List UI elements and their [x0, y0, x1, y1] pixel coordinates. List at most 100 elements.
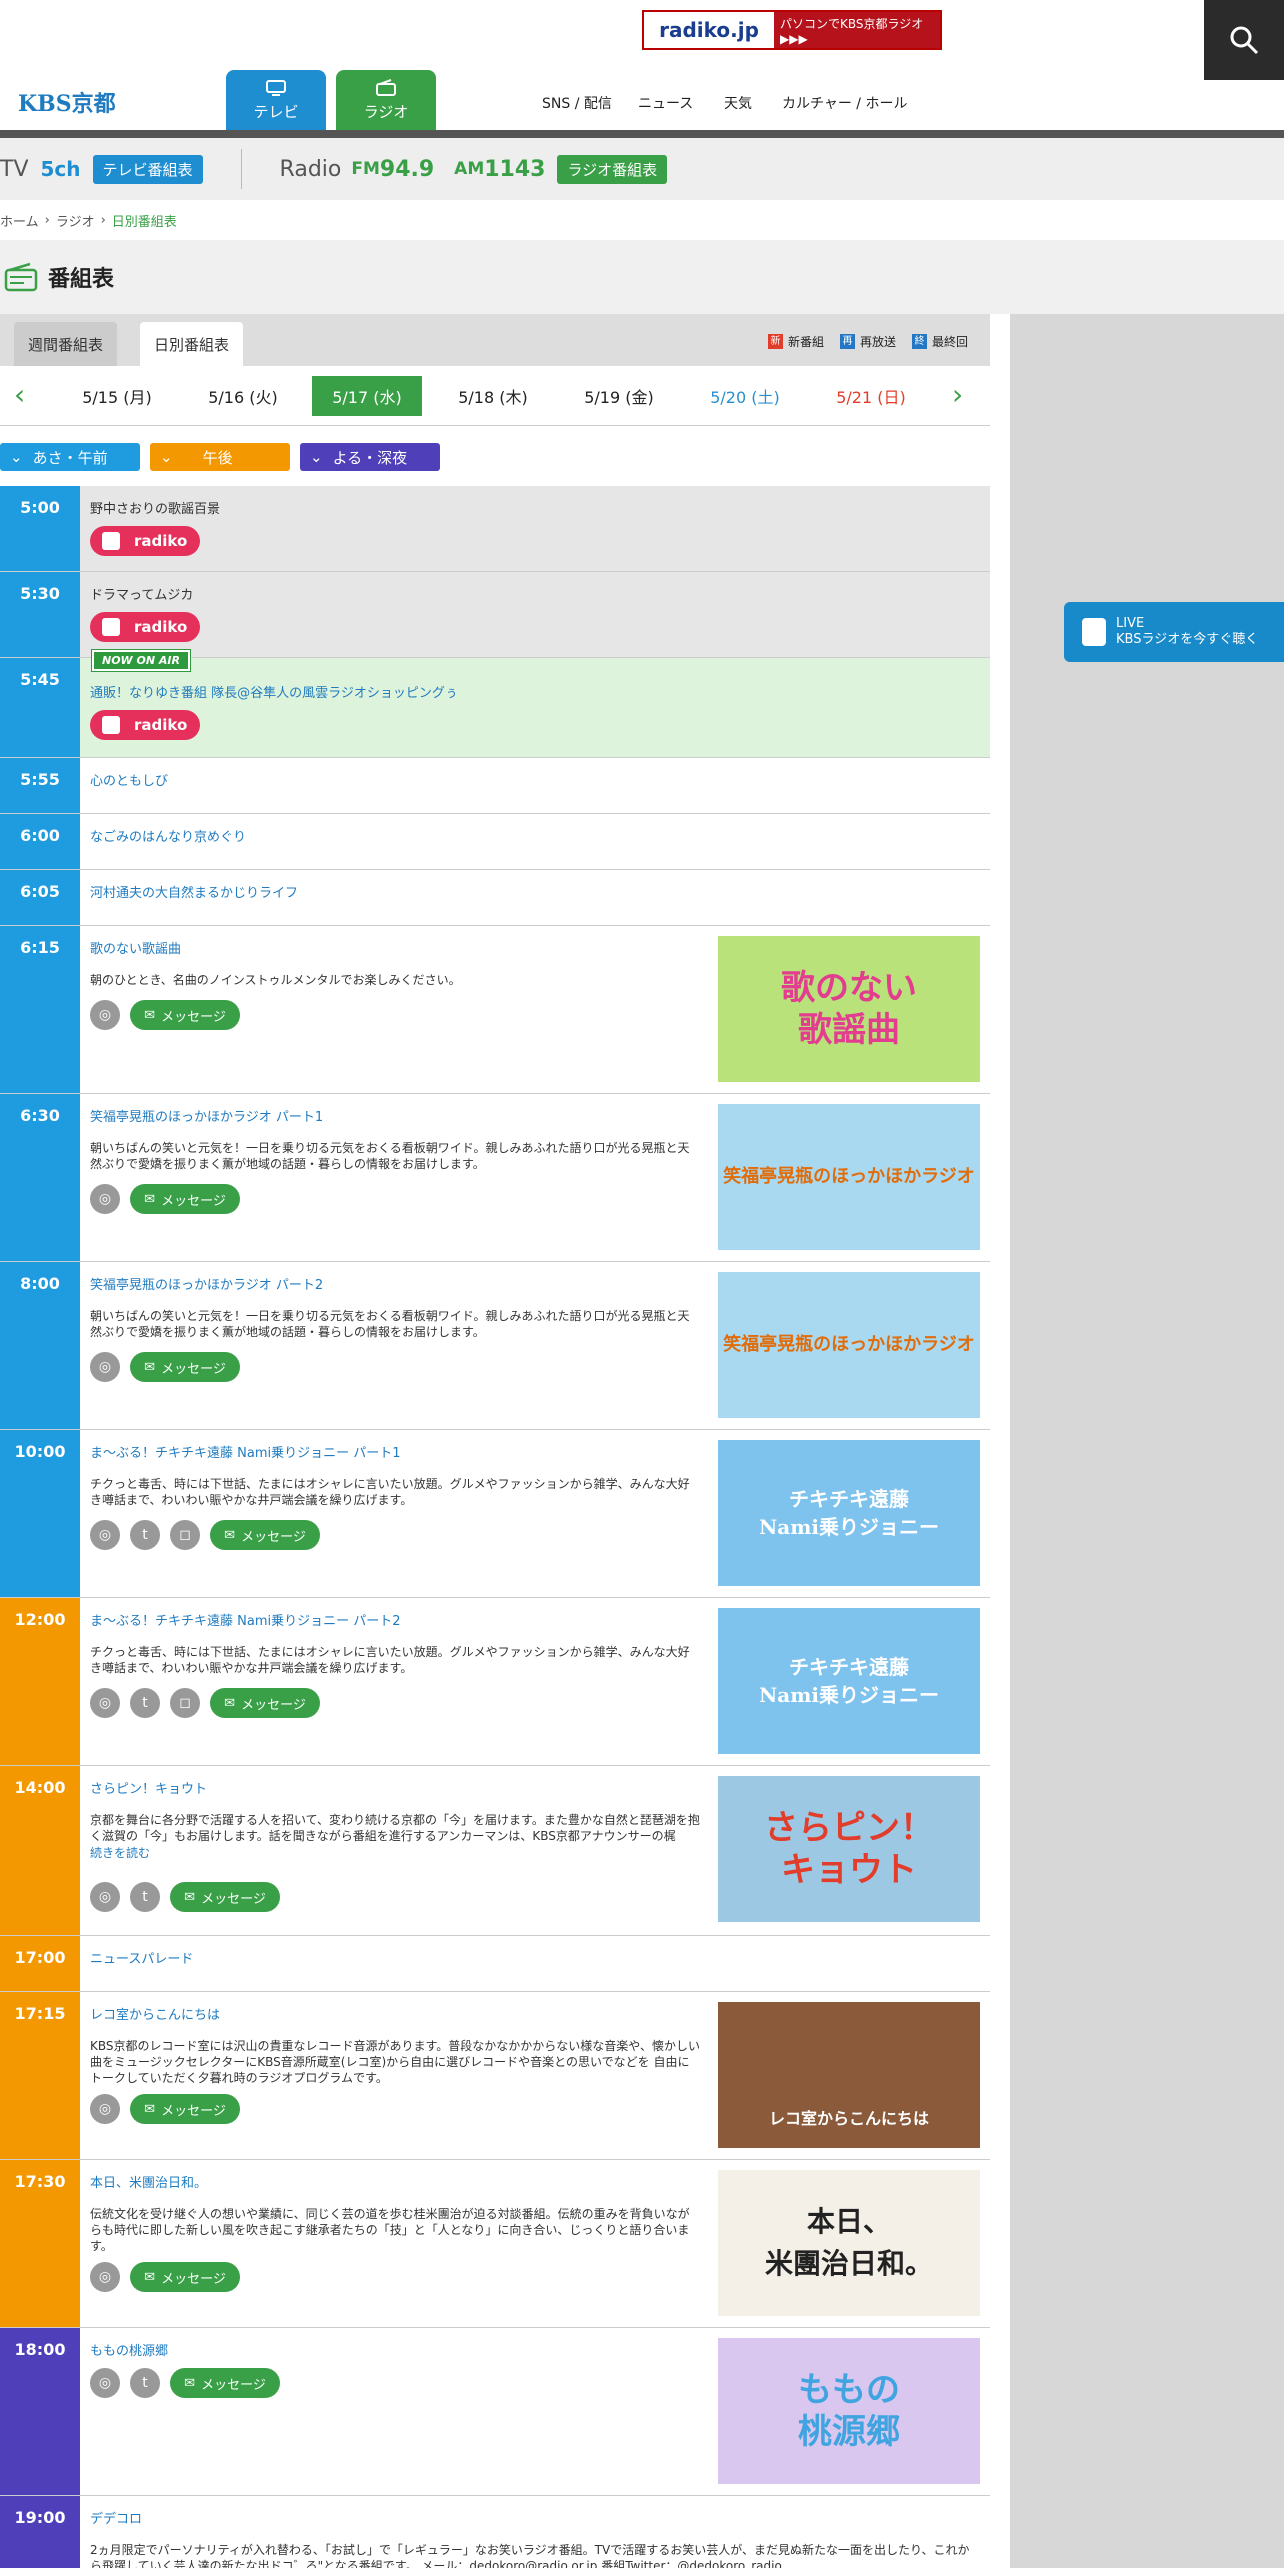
instagram-icon[interactable]: ◻	[170, 1688, 200, 1718]
program-row[interactable]: 18:00 ももの桃源郷 ◎ t ✉ メッセージ ももの 桃源郷	[0, 2328, 990, 2496]
twitter-icon[interactable]: t	[130, 2368, 160, 2398]
breadcrumb-radio[interactable]: ラジオ	[56, 211, 95, 230]
program-title[interactable]: ももの桃源郷	[90, 2340, 168, 2359]
chevron-right-icon[interactable]: ›	[952, 378, 963, 411]
program-row[interactable]: 17:15 レコ室からこんにちは KBS京都のレコード室には沢山の貴重なレコード…	[0, 1992, 990, 2160]
message-button[interactable]: ✉ メッセージ	[210, 1520, 320, 1550]
program-title[interactable]: 通販！なりゆき番組 隊長@谷隼人の風雲ラジオショッピングぅ	[90, 682, 458, 701]
program-title[interactable]: ま～ぶる！チキチキ遠藤 Nami乗りジョニー パート1	[90, 1442, 401, 1461]
program-image[interactable]: さらピン！ キョウト	[718, 1776, 980, 1922]
message-button[interactable]: ✉ メッセージ	[130, 2262, 240, 2292]
globe-icon[interactable]: ◎	[90, 1688, 120, 1718]
message-button[interactable]: ✉ メッセージ	[130, 2094, 240, 2124]
tab-weekly[interactable]: 週間番組表	[14, 322, 118, 366]
filter-morning[interactable]: ⌄ あさ・午前	[0, 443, 140, 471]
program-title[interactable]: 歌のない歌謡曲	[90, 938, 181, 957]
twitter-icon[interactable]: t	[130, 1688, 160, 1718]
program-row[interactable]: 10:00 ま～ぶる！チキチキ遠藤 Nami乗りジョニー パート1 チクっと毒舌…	[0, 1430, 990, 1598]
message-button[interactable]: ✉ メッセージ	[170, 1882, 280, 1912]
instagram-icon[interactable]: ◻	[170, 1520, 200, 1550]
program-title[interactable]: 心のともしび	[90, 770, 168, 789]
twitter-icon[interactable]: t	[130, 1520, 160, 1550]
program-title[interactable]: 笑福亭晃瓶のほっかほかラジオ パート1	[90, 1106, 323, 1125]
program-image[interactable]: 笑福亭晃瓶のほっかほかラジオ	[718, 1104, 980, 1250]
program-row[interactable]: 12:00 ま～ぶる！チキチキ遠藤 Nami乗りジョニー パート2 チクっと毒舌…	[0, 1598, 990, 1766]
radiko-button[interactable]: radiko	[90, 526, 200, 556]
message-button[interactable]: ✉ メッセージ	[130, 1184, 240, 1214]
search-button[interactable]	[1204, 0, 1284, 80]
tab-radio[interactable]: ラジオ	[336, 70, 436, 130]
program-title[interactable]: なごみのはんなり京めぐり	[90, 826, 246, 845]
globe-icon[interactable]: ◎	[90, 2094, 120, 2124]
globe-icon[interactable]: ◎	[90, 1184, 120, 1214]
filter-afternoon[interactable]: ⌄ 午後	[150, 443, 290, 471]
program-image[interactable]: レコ室からこんにちは	[718, 2002, 980, 2148]
date-5-20[interactable]: 5/20 (土)	[690, 376, 800, 416]
program-title[interactable]: デデコロ	[90, 2508, 142, 2527]
program-row[interactable]: 17:30 本日、米團治日和。 伝統文化を受け継ぐ人の想いや業績に、同じく芸の道…	[0, 2160, 990, 2328]
program-row[interactable]: 5:00 野中さおりの歌謡百景 radiko	[0, 486, 990, 572]
tab-tv[interactable]: テレビ	[226, 70, 326, 130]
program-row[interactable]: 8:00 笑福亭晃瓶のほっかほかラジオ パート2 朝いちばんの笑いと元気を！一日…	[0, 1262, 990, 1430]
date-5-18[interactable]: 5/18 (木)	[438, 376, 548, 416]
program-image[interactable]: 歌のない 歌謡曲	[718, 936, 980, 1082]
program-image[interactable]: チキチキ遠藤 Nami乗りジョニー	[718, 1440, 980, 1586]
filter-night[interactable]: ⌄ よる・深夜	[300, 443, 440, 471]
program-row[interactable]: 5:55 心のともしび	[0, 758, 990, 814]
program-image[interactable]: チキチキ遠藤 Nami乗りジョニー	[718, 1608, 980, 1754]
program-title[interactable]: 笑福亭晃瓶のほっかほかラジオ パート2	[90, 1274, 323, 1293]
radio-guide-button[interactable]: ラジオ番組表	[557, 154, 668, 184]
radiko-banner[interactable]: radiko.jp パソコンでKBS京都ラジオ ▶▶▶	[642, 10, 942, 50]
breadcrumb-home[interactable]: ホーム	[0, 211, 39, 230]
globe-icon[interactable]: ◎	[90, 1352, 120, 1382]
site-logo[interactable]: KBS京都	[18, 86, 116, 118]
live-listen-button[interactable]: LIVE KBSラジオを今すぐ聴く	[1064, 602, 1284, 662]
radiko-button[interactable]: radiko	[90, 710, 200, 740]
date-5-17-selected[interactable]: 5/17 (水)	[312, 376, 422, 416]
radiko-button[interactable]: radiko	[90, 612, 200, 642]
radio-icon	[376, 78, 396, 96]
program-image[interactable]: ももの 桃源郷	[718, 2338, 980, 2484]
nav-sns[interactable]: SNS / 配信	[542, 93, 612, 113]
date-5-16[interactable]: 5/16 (火)	[188, 376, 298, 416]
program-image[interactable]: 笑福亭晃瓶のほっかほかラジオ	[718, 1272, 980, 1418]
globe-icon[interactable]: ◎	[90, 2368, 120, 2398]
date-5-21[interactable]: 5/21 (日)	[816, 376, 926, 416]
nav-culture[interactable]: カルチャー / ホール	[782, 93, 907, 113]
nav-news[interactable]: ニュース	[638, 93, 693, 113]
read-more-link[interactable]: 続きを読む	[90, 1844, 150, 1861]
program-row[interactable]: 6:05 河村通夫の大自然まるかじりライフ	[0, 870, 990, 926]
chevron-left-icon[interactable]: ‹	[14, 378, 25, 411]
program-title[interactable]: 河村通夫の大自然まるかじりライフ	[90, 882, 298, 901]
nav-weather[interactable]: 天気	[724, 93, 752, 113]
program-row[interactable]: 6:15 歌のない歌謡曲 朝のひととき、名曲のノインストゥルメンタルでお楽しみく…	[0, 926, 990, 1094]
program-row[interactable]: 5:30 ドラマってムジカ radiko	[0, 572, 990, 658]
message-button[interactable]: ✉ メッセージ	[210, 1688, 320, 1718]
program-title[interactable]: ま～ぶる！チキチキ遠藤 Nami乗りジョニー パート2	[90, 1610, 401, 1629]
globe-icon[interactable]: ◎	[90, 2262, 120, 2292]
program-title[interactable]: 野中さおりの歌謡百景	[90, 498, 220, 517]
globe-icon[interactable]: ◎	[90, 1882, 120, 1912]
date-5-15[interactable]: 5/15 (月)	[62, 376, 172, 416]
program-title[interactable]: レコ室からこんにちは	[90, 2004, 220, 2023]
tab-daily[interactable]: 日別番組表	[140, 322, 244, 366]
program-row-on-air[interactable]: 5:45 通販！なりゆき番組 隊長@谷隼人の風雲ラジオショッピングぅ radik…	[0, 658, 990, 758]
program-title[interactable]: ニュースパレード	[90, 1948, 193, 1967]
globe-icon[interactable]: ◎	[90, 1000, 120, 1030]
globe-icon[interactable]: ◎	[90, 1520, 120, 1550]
program-title[interactable]: ドラマってムジカ	[90, 584, 193, 603]
message-button[interactable]: ✉ メッセージ	[170, 2368, 280, 2398]
program-row[interactable]: 6:30 笑福亭晃瓶のほっかほかラジオ パート1 朝いちばんの笑いと元気を！一日…	[0, 1094, 990, 1262]
program-row[interactable]: 19:00 デデコロ 2ヵ月限定でパーソナリティが入れ替わる、「お試し」で「レギ…	[0, 2496, 990, 2568]
program-row[interactable]: 6:00 なごみのはんなり京めぐり	[0, 814, 990, 870]
tv-guide-button[interactable]: テレビ番組表	[92, 154, 203, 184]
twitter-icon[interactable]: t	[130, 1882, 160, 1912]
program-image[interactable]: 本日、 米團治日和。	[718, 2170, 980, 2316]
program-row[interactable]: 17:00 ニュースパレード	[0, 1936, 990, 1992]
date-5-19[interactable]: 5/19 (金)	[564, 376, 674, 416]
message-button[interactable]: ✉ メッセージ	[130, 1352, 240, 1382]
message-button[interactable]: ✉ メッセージ	[130, 1000, 240, 1030]
program-row[interactable]: 14:00 さらピン！キョウト 京都を舞台に各分野で活躍する人を招いて、変わり続…	[0, 1766, 990, 1936]
program-title[interactable]: 本日、米團治日和。	[90, 2172, 207, 2191]
program-title[interactable]: さらピン！キョウト	[90, 1778, 207, 1797]
